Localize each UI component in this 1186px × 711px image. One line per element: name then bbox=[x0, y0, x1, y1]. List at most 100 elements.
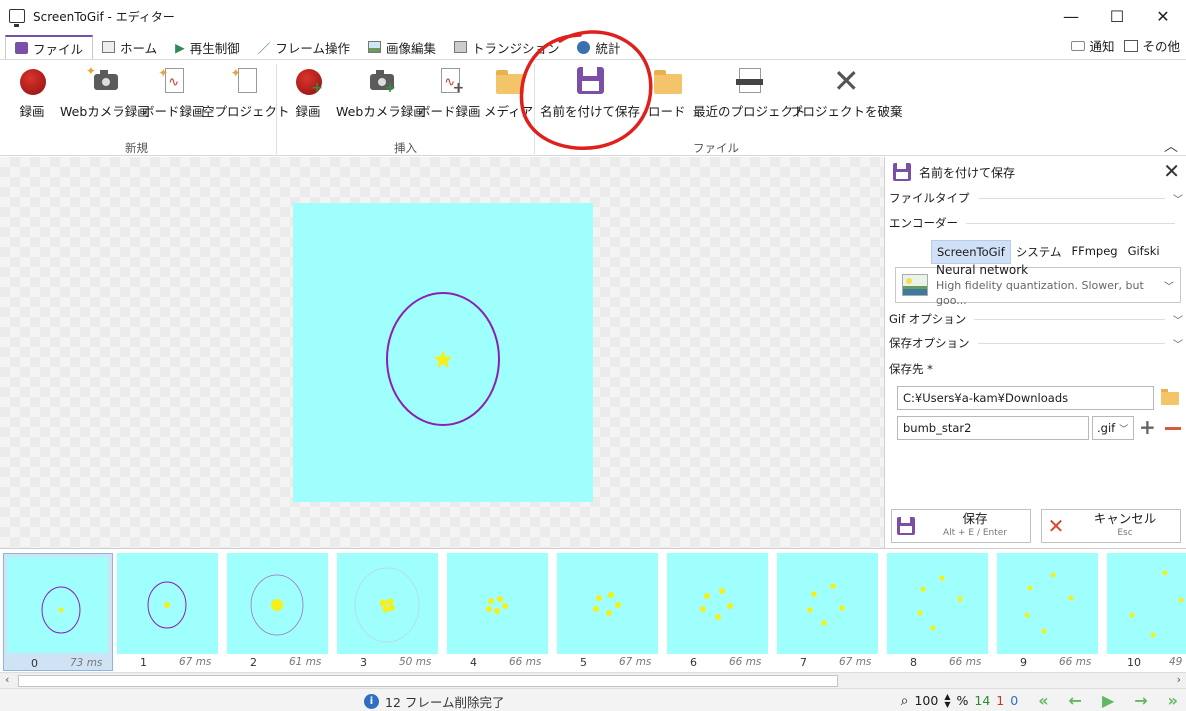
extension-select[interactable]: .gif ﹀ bbox=[1092, 416, 1134, 440]
tab-image-edit[interactable]: 画像編集 bbox=[359, 35, 445, 59]
encoder-gifski[interactable]: Gifski bbox=[1123, 240, 1165, 264]
close-button[interactable]: ✕ bbox=[1140, 0, 1186, 32]
record-icon bbox=[17, 66, 47, 96]
frame-delay: 61 ms bbox=[289, 656, 322, 668]
frame-index: 1 bbox=[140, 656, 147, 669]
floppy-icon bbox=[897, 517, 915, 535]
first-frame-icon[interactable]: « bbox=[1038, 691, 1048, 710]
frame-index: 9 bbox=[1020, 656, 1027, 669]
scrollbar-thumb[interactable] bbox=[18, 675, 838, 687]
minimize-button[interactable]: — bbox=[1048, 0, 1094, 32]
frame-thumb[interactable]: 5 67 ms bbox=[557, 553, 659, 671]
frame-thumb[interactable]: 4 66 ms bbox=[447, 553, 549, 671]
home-icon bbox=[102, 41, 116, 53]
ribbon-collapse-icon[interactable]: ︿ bbox=[1164, 136, 1178, 156]
tab-file[interactable]: ファイル bbox=[5, 35, 94, 59]
recent-label: 最近のプロジェクト bbox=[693, 104, 806, 119]
save-button[interactable]: 保存 Alt + E / Enter bbox=[891, 509, 1031, 543]
tab-label: 再生制御 bbox=[189, 40, 240, 56]
frame-delay: 66 ms bbox=[509, 656, 542, 668]
encoder-section: エンコーダー bbox=[889, 214, 1183, 232]
last-frame-icon[interactable]: » bbox=[1168, 691, 1178, 710]
insert-webcam-label: Webカメラ録画 bbox=[336, 104, 426, 119]
frame-thumb[interactable]: 10 49 bbox=[1107, 553, 1186, 671]
frame-delay: 66 ms bbox=[949, 656, 982, 668]
webcam-record-button[interactable]: ✦ Webカメラ録画 bbox=[60, 64, 150, 120]
status-text: 12 フレーム削除完了 bbox=[385, 695, 505, 710]
frame-thumb[interactable]: 8 66 ms bbox=[887, 553, 989, 671]
panel-header: 名前を付けて保存 bbox=[893, 163, 1015, 181]
board-record-button[interactable]: ✦ ∿ ボード録画 bbox=[142, 66, 205, 120]
frame-delay: 67 ms bbox=[179, 656, 212, 668]
frame-count: 14 bbox=[974, 693, 991, 708]
insert-webcam-button[interactable]: + Webカメラ録画 bbox=[336, 66, 426, 120]
remove-icon[interactable] bbox=[1165, 427, 1181, 430]
frame-thumb[interactable]: 7 67 ms bbox=[777, 553, 879, 671]
record-button[interactable]: 録画 bbox=[17, 66, 47, 120]
floppy-icon bbox=[15, 42, 28, 54]
other-button[interactable]: その他 bbox=[1124, 36, 1180, 55]
frame-thumb[interactable]: 6 66 ms bbox=[667, 553, 769, 671]
tab-home[interactable]: ホーム bbox=[93, 35, 166, 59]
filename-input[interactable]: bumb_star2 bbox=[897, 416, 1089, 440]
save-options-section[interactable]: 保存オプション ﹀ bbox=[889, 334, 1183, 352]
frame-thumb[interactable]: 1 67 ms bbox=[117, 553, 219, 671]
frame-image bbox=[447, 553, 548, 654]
notify-icon bbox=[1071, 40, 1086, 51]
encoder-system[interactable]: システム bbox=[1011, 240, 1067, 264]
save-shortcut: Alt + E / Enter bbox=[942, 528, 1008, 538]
cancel-button[interactable]: ✕ キャンセル Esc bbox=[1041, 509, 1181, 543]
file-type-section[interactable]: ファイルタイプ ﹀ bbox=[889, 189, 1183, 207]
frame-image bbox=[777, 553, 878, 654]
frame-strip-scrollbar[interactable]: ‹ › bbox=[0, 672, 1186, 688]
chevron-down-icon: ﹀ bbox=[1173, 339, 1183, 351]
insert-board-button[interactable]: ∿ + ボード録画 bbox=[418, 66, 481, 120]
discard-label: プロジェクトを破棄 bbox=[790, 104, 903, 119]
save-as-panel: 名前を付けて保存 ✕ ファイルタイプ ﹀ エンコーダー ScreenToGif シ… bbox=[884, 157, 1186, 548]
status-bar: i 12 フレーム削除完了 ⌕ 100 ▲ ▼ % 14 1 0 « ← ▶ → … bbox=[0, 688, 1186, 711]
recent-projects-button[interactable]: 最近のプロジェクト bbox=[693, 66, 806, 120]
group-separator bbox=[276, 64, 277, 154]
discard-project-button[interactable]: ✕ プロジェクトを破棄 bbox=[790, 65, 903, 120]
other-label: その他 bbox=[1142, 39, 1180, 54]
frame-delay: 66 ms bbox=[729, 656, 762, 668]
maximize-button[interactable]: ☐ bbox=[1094, 0, 1140, 32]
scroll-left-icon[interactable]: ‹ bbox=[5, 673, 9, 686]
frame-thumb[interactable]: 0 73 ms bbox=[3, 553, 113, 671]
encoder-tabs: ScreenToGif システム FFmpeg Gifski bbox=[931, 240, 1165, 264]
status-right: ⌕ 100 ▲ ▼ % 14 1 0 « ← ▶ → » bbox=[901, 691, 1186, 710]
play-icon[interactable]: ▶ bbox=[1102, 691, 1114, 710]
frame-preview bbox=[293, 203, 593, 502]
status-message: i 12 フレーム削除完了 bbox=[364, 692, 505, 711]
group-label-insert: 挿入 bbox=[394, 141, 417, 155]
encoder-screentogif[interactable]: ScreenToGif bbox=[931, 240, 1011, 264]
scroll-right-icon[interactable]: › bbox=[1177, 673, 1181, 686]
gif-options-section[interactable]: Gif オプション ﹀ bbox=[889, 310, 1183, 328]
current-frame-index: 0 bbox=[1010, 693, 1019, 708]
editor-canvas[interactable] bbox=[0, 157, 884, 548]
app-icon bbox=[9, 9, 25, 27]
tab-frame-edit[interactable]: ／ フレーム操作 bbox=[249, 35, 359, 59]
folder-icon[interactable] bbox=[1161, 389, 1179, 405]
frame-index: 7 bbox=[800, 656, 807, 669]
zoom-value[interactable]: 100 bbox=[914, 693, 938, 708]
frame-image bbox=[337, 553, 438, 654]
panel-close-icon[interactable]: ✕ bbox=[1163, 159, 1180, 183]
zoom-stepper[interactable]: ▲ ▼ bbox=[944, 692, 950, 709]
frame-thumb[interactable]: 3 50 ms bbox=[337, 553, 439, 671]
next-frame-icon[interactable]: → bbox=[1134, 691, 1147, 710]
add-icon[interactable]: + bbox=[1139, 415, 1156, 439]
extension-value: .gif bbox=[1097, 421, 1116, 435]
encoder-ffmpeg[interactable]: FFmpeg bbox=[1066, 240, 1122, 264]
save-button-label: 保存 bbox=[962, 511, 988, 526]
preset-select[interactable]: Neural network High fidelity quantizatio… bbox=[895, 263, 1181, 307]
insert-record-button[interactable]: + 録画 bbox=[293, 66, 323, 120]
save-path-input[interactable]: C:¥Users¥a-kam¥Downloads bbox=[897, 386, 1154, 410]
notify-button[interactable]: 通知 bbox=[1071, 36, 1114, 55]
frame-thumb[interactable]: 2 61 ms bbox=[227, 553, 329, 671]
tab-playback[interactable]: ▶ 再生制御 bbox=[166, 35, 249, 59]
frame-image bbox=[1107, 553, 1186, 654]
insert-record-label: 録画 bbox=[295, 104, 321, 119]
previous-frame-icon[interactable]: ← bbox=[1069, 691, 1082, 710]
frame-thumb[interactable]: 9 66 ms bbox=[997, 553, 1099, 671]
